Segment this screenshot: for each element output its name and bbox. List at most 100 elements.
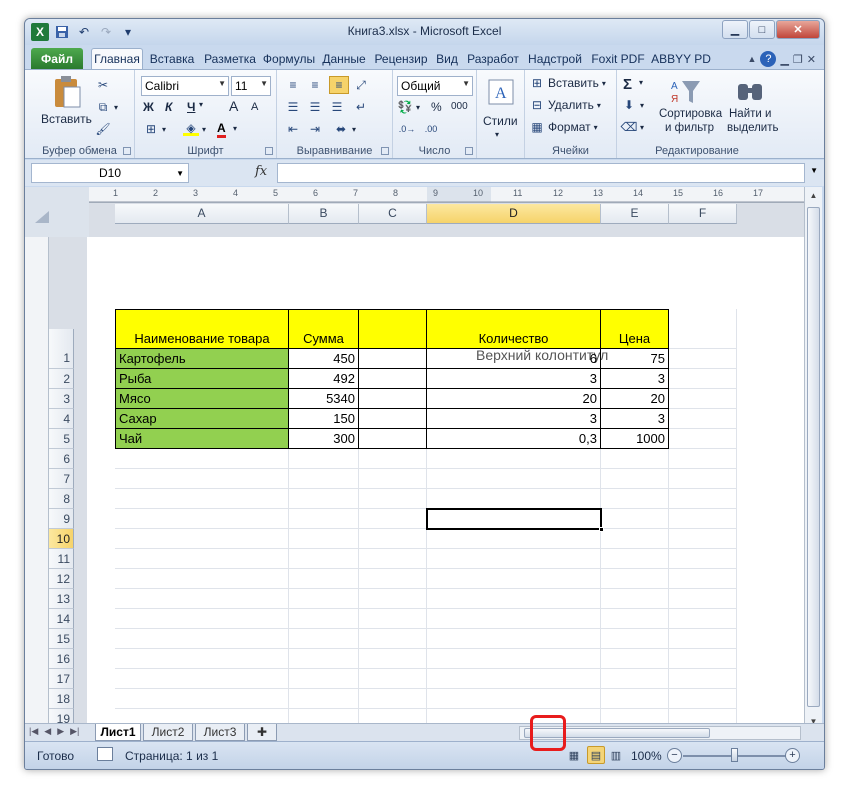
empty-cell[interactable] <box>669 469 737 489</box>
align-middle-icon[interactable]: ≡ <box>307 78 323 92</box>
table-cell[interactable] <box>359 409 427 429</box>
empty-cell[interactable] <box>359 589 427 609</box>
row-header[interactable]: 5 <box>49 429 74 449</box>
fill-handle[interactable] <box>599 527 604 532</box>
tab-home[interactable]: Главная <box>91 48 143 69</box>
empty-cell[interactable] <box>115 489 289 509</box>
row-header[interactable]: 4 <box>49 409 74 429</box>
delete-cells-button[interactable]: ⊟ Удалить ▾ <box>529 98 601 112</box>
zoom-in-icon[interactable]: + <box>785 748 800 763</box>
font-size-combo[interactable]: 11 ▼ <box>231 76 271 96</box>
empty-cell[interactable] <box>289 489 359 509</box>
empty-cell[interactable] <box>115 649 289 669</box>
empty-cell[interactable] <box>115 509 289 529</box>
empty-cell[interactable] <box>359 449 427 469</box>
orientation-icon[interactable]: ⤢ <box>353 78 369 92</box>
table-cell[interactable]: Чай <box>115 429 289 449</box>
find-select-icon[interactable] <box>735 76 765 106</box>
empty-cell[interactable] <box>669 369 737 389</box>
column-header-f[interactable]: F <box>669 204 737 224</box>
tab-foxit-pdf[interactable]: Foxit PDF <box>587 48 649 69</box>
empty-cell[interactable] <box>427 649 601 669</box>
row-header[interactable]: 1 <box>49 329 74 369</box>
number-format-combo[interactable]: Общий ▼ <box>397 76 473 96</box>
zoom-slider-thumb[interactable] <box>731 748 738 762</box>
cut-icon[interactable]: ✂ <box>95 78 111 92</box>
number-launcher-icon[interactable] <box>465 147 473 155</box>
empty-cell[interactable] <box>359 549 427 569</box>
empty-cell[interactable] <box>115 549 289 569</box>
empty-cell[interactable] <box>669 529 737 549</box>
expand-formula-bar-icon[interactable]: ▼ <box>810 166 818 175</box>
tab-insert[interactable]: Вставка <box>145 48 199 69</box>
table-cell[interactable]: 300 <box>289 429 359 449</box>
format-cells-button[interactable]: ▦ Формат ▾ <box>529 120 597 134</box>
empty-cell[interactable] <box>601 649 669 669</box>
help-icon[interactable]: ? <box>760 51 777 67</box>
empty-cell[interactable] <box>669 629 737 649</box>
decrease-indent-icon[interactable]: ⇤ <box>285 122 301 136</box>
table-cell[interactable]: 0,3 <box>427 429 601 449</box>
empty-cell[interactable] <box>115 469 289 489</box>
zoom-out-icon[interactable]: − <box>667 748 682 763</box>
wrap-text-icon[interactable]: ↵ <box>353 100 369 114</box>
row-header[interactable]: 15 <box>49 629 74 649</box>
empty-cell[interactable] <box>601 609 669 629</box>
font-color-button[interactable]: A <box>217 120 226 138</box>
row-header[interactable]: 16 <box>49 649 74 669</box>
merge-center-icon[interactable]: ⬌ ▾ <box>333 122 356 136</box>
empty-cell[interactable] <box>289 689 359 709</box>
empty-cell[interactable] <box>427 669 601 689</box>
last-sheet-icon[interactable]: ▶| <box>70 726 79 737</box>
doc-minimize-icon[interactable]: ▁ <box>780 53 788 66</box>
alignment-launcher-icon[interactable] <box>381 147 389 155</box>
empty-cell[interactable] <box>115 689 289 709</box>
formula-input[interactable] <box>277 163 805 183</box>
italic-button[interactable]: К <box>165 100 172 114</box>
table-cell[interactable]: 450 <box>289 349 359 369</box>
increase-indent-icon[interactable]: ⇥ <box>307 122 323 136</box>
empty-cell[interactable] <box>289 449 359 469</box>
row-header[interactable]: 10 <box>49 529 74 549</box>
empty-cell[interactable] <box>669 669 737 689</box>
tab-view[interactable]: Вид <box>433 48 461 69</box>
page-layout-view-icon[interactable]: ▤ <box>587 746 605 764</box>
empty-cell[interactable] <box>289 609 359 629</box>
empty-cell[interactable] <box>115 449 289 469</box>
align-center-icon[interactable]: ☰ <box>307 100 323 114</box>
empty-cell[interactable] <box>359 569 427 589</box>
autosum-button[interactable]: Σ <box>623 76 632 93</box>
empty-cell[interactable] <box>359 489 427 509</box>
empty-cell[interactable] <box>669 569 737 589</box>
empty-cell[interactable] <box>601 569 669 589</box>
align-bottom-icon[interactable]: ≡ <box>329 76 349 94</box>
empty-cell[interactable] <box>669 689 737 709</box>
underline-button[interactable]: Ч <box>187 100 195 114</box>
table-cell[interactable]: 3 <box>427 409 601 429</box>
doc-close-icon[interactable]: ✕ <box>807 53 816 66</box>
empty-cell[interactable] <box>289 509 359 529</box>
table-header-cell[interactable] <box>359 309 427 349</box>
empty-cell[interactable] <box>289 549 359 569</box>
tab-formulas[interactable]: Формулы <box>261 48 317 69</box>
table-cell[interactable]: 20 <box>427 389 601 409</box>
name-box[interactable]: D10 ▼ <box>31 163 189 183</box>
minimize-button[interactable]: ▁ <box>722 20 748 39</box>
empty-cell[interactable] <box>427 589 601 609</box>
empty-cell[interactable] <box>289 669 359 689</box>
active-cell-selection[interactable] <box>426 508 604 532</box>
clipboard-launcher-icon[interactable] <box>123 147 131 155</box>
empty-cell[interactable] <box>669 549 737 569</box>
empty-cell[interactable] <box>115 629 289 649</box>
tab-abbyy-pdf[interactable]: ABBYY PD <box>651 48 711 69</box>
empty-cell[interactable] <box>359 529 427 549</box>
table-header-cell[interactable]: Цена <box>601 309 669 349</box>
column-header-d[interactable]: D <box>427 204 601 224</box>
table-cell[interactable]: Мясо <box>115 389 289 409</box>
table-cell[interactable]: Рыба <box>115 369 289 389</box>
table-header-cell[interactable]: Сумма <box>289 309 359 349</box>
empty-cell[interactable] <box>427 489 601 509</box>
empty-cell[interactable] <box>601 449 669 469</box>
tab-file[interactable]: Файл <box>31 48 83 69</box>
empty-cell[interactable] <box>427 529 601 549</box>
